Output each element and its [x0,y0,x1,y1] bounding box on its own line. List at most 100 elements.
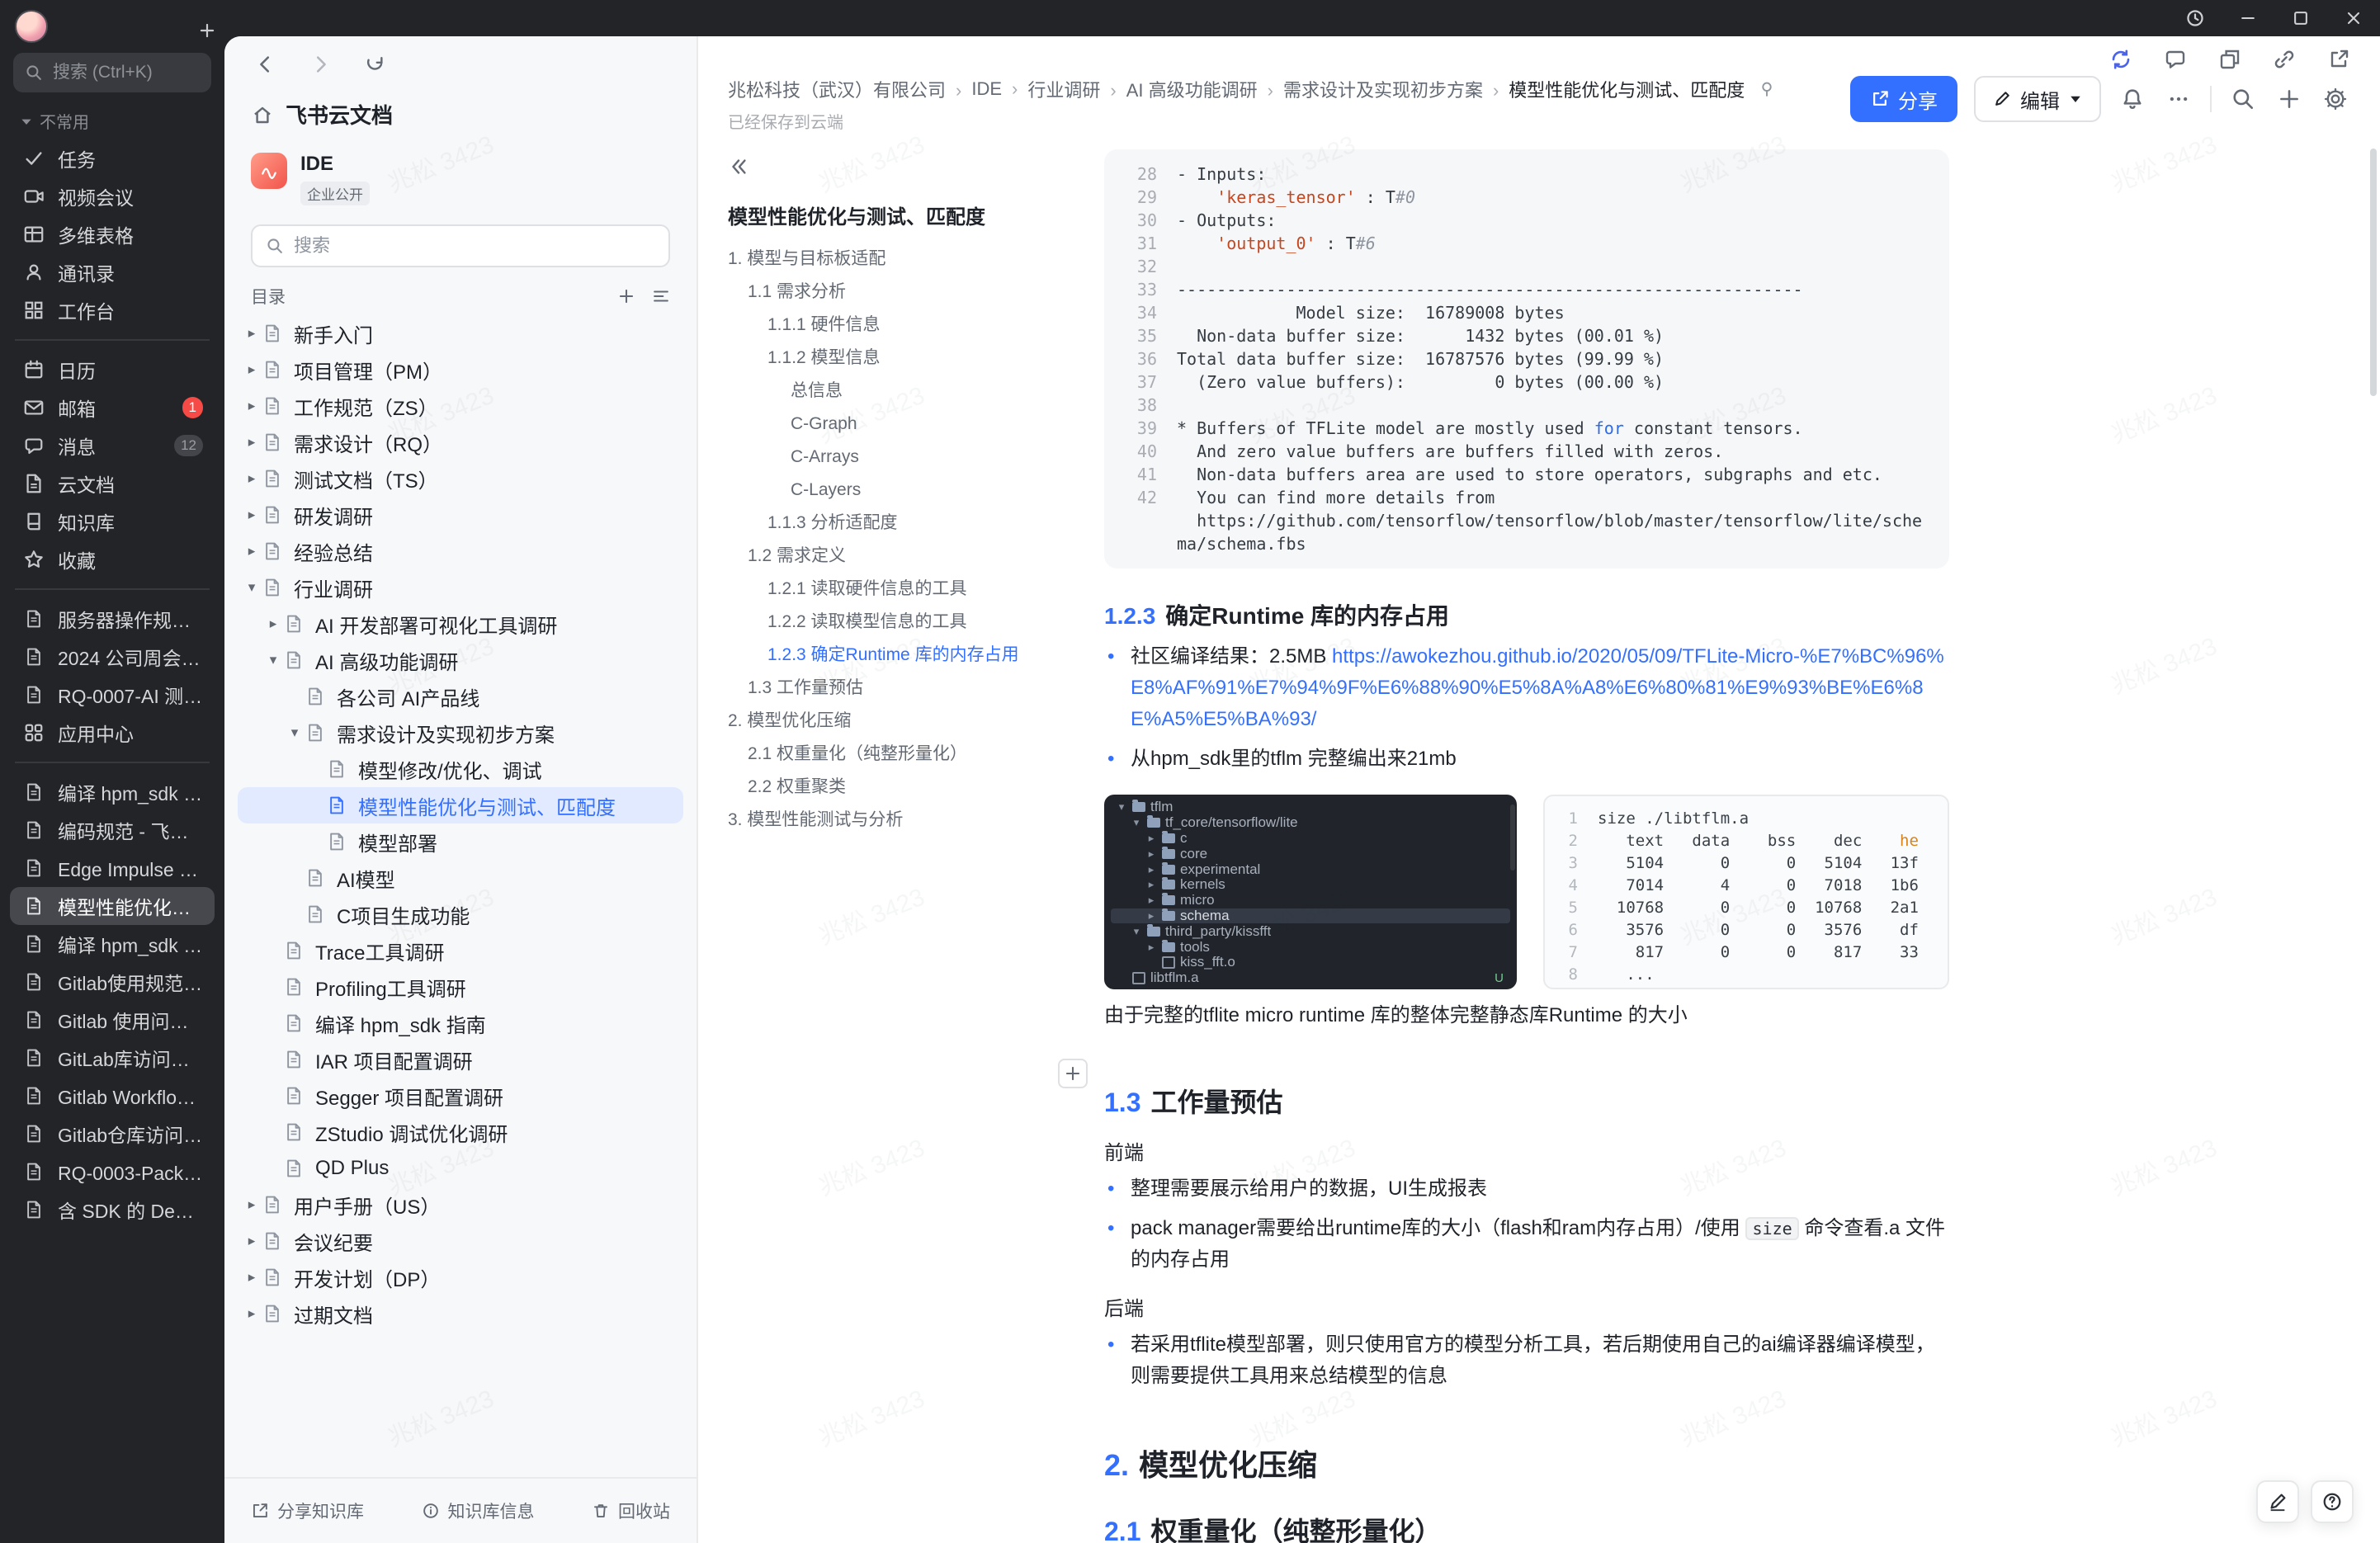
tree-chevron-icon[interactable]: ▾ [284,724,305,741]
pinned-doc[interactable]: RQ-0003-Pack 本地导... [10,1153,215,1191]
outline-item[interactable]: 1.3 工作量预估 [728,672,1081,705]
doc-tree-item[interactable]: Segger 项目配置调研 [238,1078,683,1114]
share-button[interactable]: 分享 [1850,76,1957,122]
outline-item[interactable]: 1.1 需求分析 [728,276,1081,309]
forward-icon[interactable] [305,50,335,79]
outline-item[interactable]: 1.2.1 读取硬件信息的工具 [728,573,1081,606]
doc-tree-item[interactable]: ▸ 新手入门 [238,315,683,352]
doc-tree-item[interactable]: QD Plus [238,1150,683,1187]
outline-item[interactable]: C-Arrays [728,441,1081,474]
search-icon[interactable] [2228,84,2258,114]
breadcrumb-item[interactable]: 模型性能优化与测试、匹配度 [1509,76,1745,102]
outline-item[interactable]: 1.2.2 读取模型信息的工具 [728,606,1081,639]
doc-tree-item[interactable]: ▸ 研发调研 [238,497,683,533]
rail-item-calendar[interactable]: 日历 [10,351,215,389]
scrollbar-thumb[interactable] [2370,149,2377,396]
doc-tree-item[interactable]: 模型修改/优化、调试 [238,751,683,787]
more-icon[interactable] [2164,84,2193,114]
pinned-doc[interactable]: Gitlab 使用问题汇总 -... [10,1001,215,1039]
doc-tree-item[interactable]: ▾ 行业调研 [238,569,683,606]
outline-item[interactable]: C-Layers [728,474,1081,507]
pinned-doc[interactable]: 编译 hpm_sdk 指南 -... [10,925,215,963]
tree-chevron-icon[interactable]: ▸ [241,434,262,451]
pinned-doc[interactable]: 2024 公司周会 - 飞书云... [10,638,215,676]
pinned-doc[interactable]: 含 SDK 的 Demo 管理 -... [10,1191,215,1229]
rail-item-wiki[interactable]: 知识库 [10,503,215,540]
doc-tree-item[interactable]: 模型部署 [238,823,683,860]
outline-item[interactable]: 1.1.1 硬件信息 [728,309,1081,342]
doc-tree-item[interactable]: 模型性能优化与测试、匹配度 [238,787,683,823]
doc-tree-item[interactable]: Profiling工具调研 [238,969,683,1005]
doc-tree-item[interactable]: ▸ 需求设计（RQ） [238,424,683,460]
edit-button[interactable]: 编辑 [1974,76,2101,122]
back-icon[interactable] [251,50,281,79]
outline-item[interactable]: 2.1 权重量化（纯整形量化） [728,738,1081,771]
pinned-doc[interactable]: RQ-0007-AI 测试需求... [10,676,215,714]
rail-item-mail[interactable]: 邮箱 1 [10,389,215,427]
tree-chevron-icon[interactable]: ▸ [241,361,262,378]
maximize-icon[interactable] [2288,5,2314,31]
tree-chevron-icon[interactable]: ▸ [241,1233,262,1249]
breadcrumb-item[interactable]: IDE [971,78,1027,100]
open-in-app-icon[interactable] [2324,45,2354,74]
pinned-doc[interactable]: Edge Impulse - 飞书云... [10,849,215,887]
rail-item-workbench[interactable]: 工作台 [10,291,215,329]
sync-icon[interactable] [2106,45,2136,74]
windows-icon[interactable] [2215,45,2245,74]
rail-item-messages[interactable]: 消息 12 [10,427,215,465]
tree-chevron-icon[interactable]: ▾ [241,579,262,596]
wiki-search[interactable] [251,224,670,267]
outline-item[interactable]: 1.2.3 确定Runtime 库的内存占用 [728,639,1081,672]
rail-item-tasks[interactable]: 任务 [10,139,215,177]
doc-tree-item[interactable]: ▸ 工作规范（ZS） [238,388,683,424]
add-page-icon[interactable] [617,287,635,305]
pinned-doc[interactable]: Gitlab使用规范 - 飞书... [10,963,215,1001]
comment-icon[interactable] [2160,45,2190,74]
breadcrumb-item[interactable]: 兆松科技（武汉）有限公司 [728,76,971,102]
history-icon[interactable] [2182,5,2208,31]
doc-tree-item[interactable]: ▸ 经验总结 [238,533,683,569]
section-infrequent[interactable]: 不常用 [20,109,205,133]
tree-chevron-icon[interactable]: ▸ [241,325,262,342]
create-icon[interactable] [2274,84,2304,114]
pinned-doc[interactable]: 服务器操作规范 - 飞书... [10,600,215,638]
doc-tree-item[interactable]: C项目生成功能 [238,896,683,932]
terminal-screenshot[interactable]: 1 size ./libtflm.a 2 text data bss dec h… [1543,795,1949,989]
collapse-outline-icon[interactable] [728,156,1081,177]
outline-item[interactable]: 1.1.3 分析适配度 [728,507,1081,540]
outline-item[interactable]: C-Graph [728,408,1081,441]
rail-item-base-tables[interactable]: 多维表格 [10,215,215,253]
breadcrumb-item[interactable]: 需求设计及实现初步方案 [1283,76,1509,102]
help-button[interactable] [2311,1480,2354,1523]
pinned-doc[interactable]: 编码规范 - 飞书文档 [10,811,215,849]
outline-item[interactable]: 3. 模型性能测试与分析 [728,804,1081,837]
app-home[interactable]: 飞书云文档 [224,83,697,136]
tree-chevron-icon[interactable]: ▸ [241,470,262,487]
notification-icon[interactable] [2118,84,2147,114]
breadcrumb-item[interactable]: AI 高级功能调研 [1126,76,1283,102]
tree-chevron-icon[interactable]: ▸ [241,1269,262,1286]
outline-item[interactable]: 1. 模型与目标板适配 [728,243,1081,276]
outline-item[interactable]: 1.1.2 模型信息 [728,342,1081,375]
rail-item-app-center[interactable]: 应用中心 [10,714,215,752]
rail-item-cloud-docs[interactable]: 云文档 [10,465,215,503]
rail-item-contacts[interactable]: 通讯录 [10,253,215,291]
doc-tree-item[interactable]: ZStudio 调试优化调研 [238,1114,683,1150]
search-input[interactable] [53,63,200,83]
outline-item[interactable]: 2. 模型优化压缩 [728,705,1081,738]
refresh-icon[interactable] [360,50,390,79]
wiki-pin-icon[interactable] [1758,80,1776,98]
tree-chevron-icon[interactable]: ▸ [241,398,262,414]
close-icon[interactable] [2340,5,2367,31]
trash-button[interactable]: 回收站 [592,1498,670,1523]
file-tree-screenshot[interactable]: ▾ tflm ▾ tf_core/tensorflow/lite ▸ c ▸ c… [1104,795,1517,989]
doc-tree-item[interactable]: ▸ 会议纪要 [238,1223,683,1259]
outline-item[interactable]: 总信息 [728,375,1081,408]
doc-tree-item[interactable]: ▸ 项目管理（PM） [238,352,683,388]
doc-tree-item[interactable]: ▸ AI 开发部署可视化工具调研 [238,606,683,642]
wiki-search-input[interactable] [294,235,655,257]
settings-gear-icon[interactable] [2321,84,2350,114]
doc-tree-item[interactable]: 编译 hpm_sdk 指南 [238,1005,683,1041]
global-search[interactable] [13,53,211,92]
doc-tree-item[interactable]: AI模型 [238,860,683,896]
